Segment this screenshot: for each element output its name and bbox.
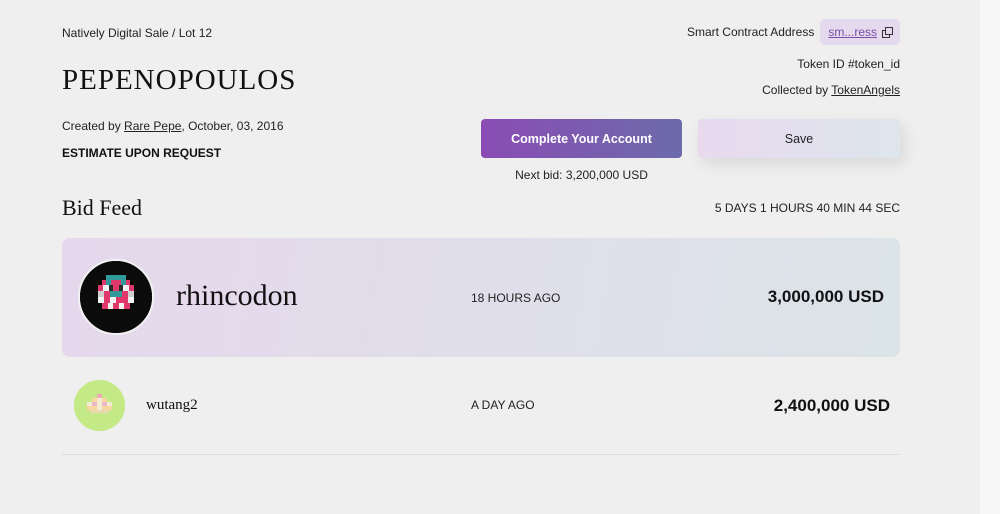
complete-account-button[interactable]: Complete Your Account [481,119,682,158]
top-bid-card: rhincodon 18 HOURS AGO 3,000,000 USD [62,238,900,357]
breadcrumb: Natively Digital Sale / Lot 12 [62,26,213,40]
contract-address-link[interactable]: sm...ress [828,25,877,39]
bid-feed-title: Bid Feed [62,195,143,220]
bid-time: 18 HOURS AGO [471,291,561,305]
collector-link[interactable]: TokenAngels [831,83,900,97]
bid-list-item: wutang2 A DAY AGO 2,400,000 USD [62,370,900,455]
bid-time: A DAY AGO [471,398,535,412]
page-edge-strip [980,0,1000,514]
collected-by-line: Collected by TokenAngels [762,83,900,97]
token-id: Token ID #token_id [797,57,900,71]
pixel-crown-avatar[interactable] [74,380,125,431]
created-by-line: Created by Rare Pepe, October, 03, 2016 [62,119,284,133]
auction-countdown: 5 DAYS 1 HOURS 40 MIN 44 SEC [714,201,900,215]
pixel-pepe-avatar-art [80,261,152,333]
bid-amount: 3,000,000 USD [767,287,884,306]
contract-address-label: Smart Contract Address [686,25,815,39]
estimate-label: ESTIMATE UPON REQUEST [62,146,222,160]
save-button[interactable]: Save [698,119,900,158]
page-title: PEPENOPOULOS [62,64,297,96]
pixel-pepe-avatar[interactable] [78,259,154,335]
created-date: , October, 03, 2016 [181,119,284,133]
bidder-name[interactable]: wutang2 [146,397,198,414]
contract-address-pill[interactable]: sm...ress [820,19,900,45]
creator-link[interactable]: Rare Pepe [124,119,181,133]
contract-address-row: Smart Contract Address sm...ress [687,19,900,45]
bid-amount: 2,400,000 USD [773,396,890,415]
next-bid-label: Next bid: 3,200,000 USD [515,168,648,182]
created-prefix: Created by [62,119,125,133]
pixel-crown-avatar-art [74,380,125,431]
bidder-name[interactable]: rhincodon [176,279,298,313]
collected-prefix: Collected by [762,83,832,97]
copy-icon[interactable] [882,27,893,38]
